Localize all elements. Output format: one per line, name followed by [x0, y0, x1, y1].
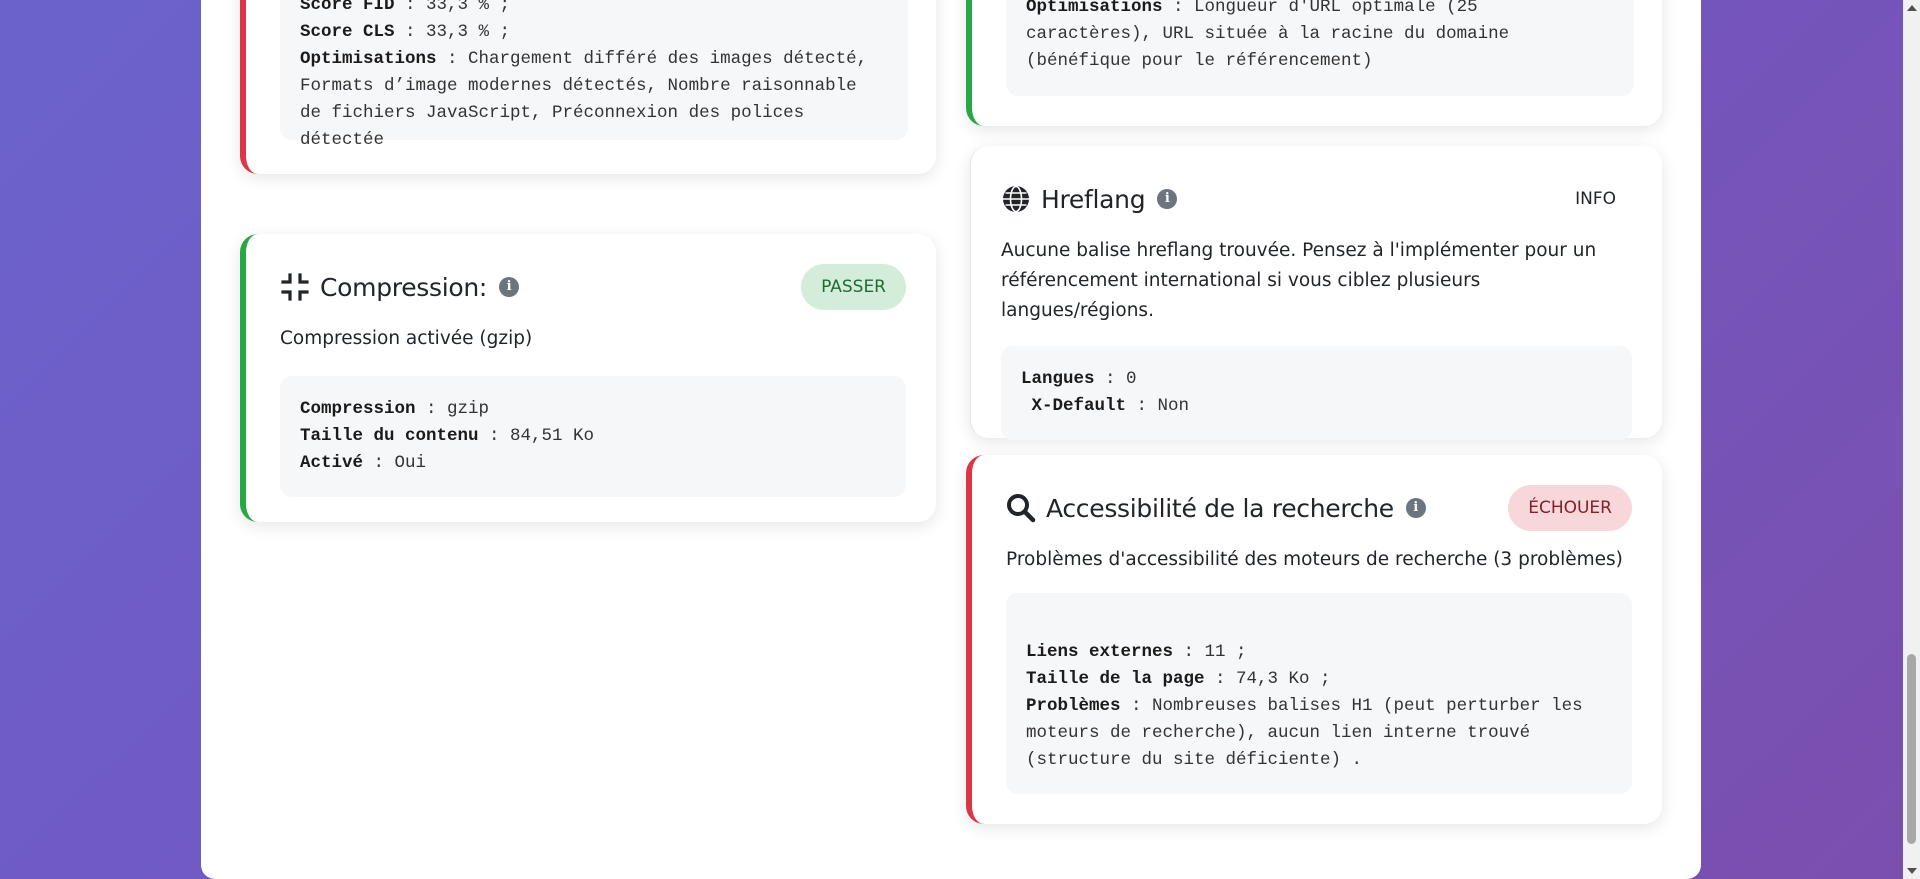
- enabled-key: Activé: [300, 453, 364, 473]
- compression-title: Compression:: [320, 272, 488, 302]
- scrollbar-thumb[interactable]: [1907, 654, 1916, 844]
- optimisations-key: Optimisations: [300, 49, 437, 69]
- compression-description: Compression activée (gzip): [280, 328, 533, 349]
- url-optimisations-key: Optimisations: [1026, 0, 1163, 17]
- search-icon: [1006, 493, 1036, 523]
- compression-card: Compression: i PASSER Compression activé…: [240, 234, 936, 522]
- status-badge: PASSER: [801, 264, 906, 310]
- info-icon[interactable]: i: [499, 277, 520, 297]
- status-badge: ÉCHOUER: [1508, 485, 1632, 531]
- compression-value: : gzip: [415, 399, 490, 419]
- info-icon[interactable]: i: [1157, 189, 1178, 209]
- page-size-key: Taille de la page: [1026, 669, 1205, 689]
- content-size-key: Taille du contenu: [300, 426, 479, 446]
- content-size-value: : 84,51 Ko: [478, 426, 595, 446]
- cls-key: Score CLS: [300, 22, 395, 42]
- fid-key: Score FID: [300, 0, 395, 15]
- x-default-value: : Non: [1126, 396, 1190, 416]
- compress-icon: [280, 272, 310, 302]
- search-accessibility-description: Problèmes d'accessibilité des moteurs de…: [1006, 549, 1623, 570]
- compression-key: Compression: [300, 399, 416, 419]
- cls-value: : 33,3 % ;: [394, 22, 511, 42]
- x-default-key: X-Default: [1021, 396, 1127, 416]
- scroll-up-arrow-icon[interactable]: [1907, 5, 1917, 11]
- enabled-value: : Oui: [363, 453, 427, 473]
- problems-key: Problèmes: [1026, 696, 1121, 716]
- fid-value: : 33,3 % ;: [394, 0, 511, 15]
- compression-details: Compression : gzip Taille du contenu : 8…: [280, 376, 906, 497]
- report-container: Score FID : 33,3 % ; Score CLS : 33,3 % …: [201, 0, 1701, 879]
- url-card: Optimisations : Longueur d'URL optimale …: [966, 0, 1662, 126]
- hreflang-details: Langues : 0 X-Default : Non: [1001, 346, 1632, 440]
- performance-details: Score FID : 33,3 % ; Score CLS : 33,3 % …: [280, 0, 908, 150]
- performance-card: Score FID : 33,3 % ; Score CLS : 33,3 % …: [240, 0, 936, 174]
- hreflang-card: Hreflang i INFO Aucune balise hreflang t…: [970, 146, 1662, 440]
- info-icon[interactable]: i: [1405, 498, 1426, 518]
- external-links-value: : 11 ;: [1173, 642, 1247, 662]
- external-links-key: Liens externes: [1026, 642, 1174, 662]
- page-size-value: : 74,3 Ko ;: [1204, 669, 1331, 689]
- globe-icon: [1001, 184, 1031, 214]
- hreflang-title: Hreflang: [1041, 184, 1146, 214]
- url-details: Optimisations : Longueur d'URL optimale …: [1006, 0, 1634, 96]
- search-accessibility-title: Accessibilité de la recherche: [1046, 493, 1394, 523]
- vertical-scrollbar[interactable]: [1903, 0, 1920, 879]
- search-accessibility-details: Liens externes : 11 ; Taille de la page …: [1006, 593, 1632, 794]
- hreflang-description: Aucune balise hreflang trouvée. Pensez à…: [1001, 240, 1597, 321]
- languages-value: : 0: [1094, 369, 1137, 389]
- languages-key: Langues: [1021, 369, 1095, 389]
- status-badge: INFO: [1575, 189, 1616, 209]
- scroll-down-arrow-icon[interactable]: [1907, 868, 1917, 874]
- search-accessibility-card: Accessibilité de la recherche i ÉCHOUER …: [966, 455, 1662, 824]
